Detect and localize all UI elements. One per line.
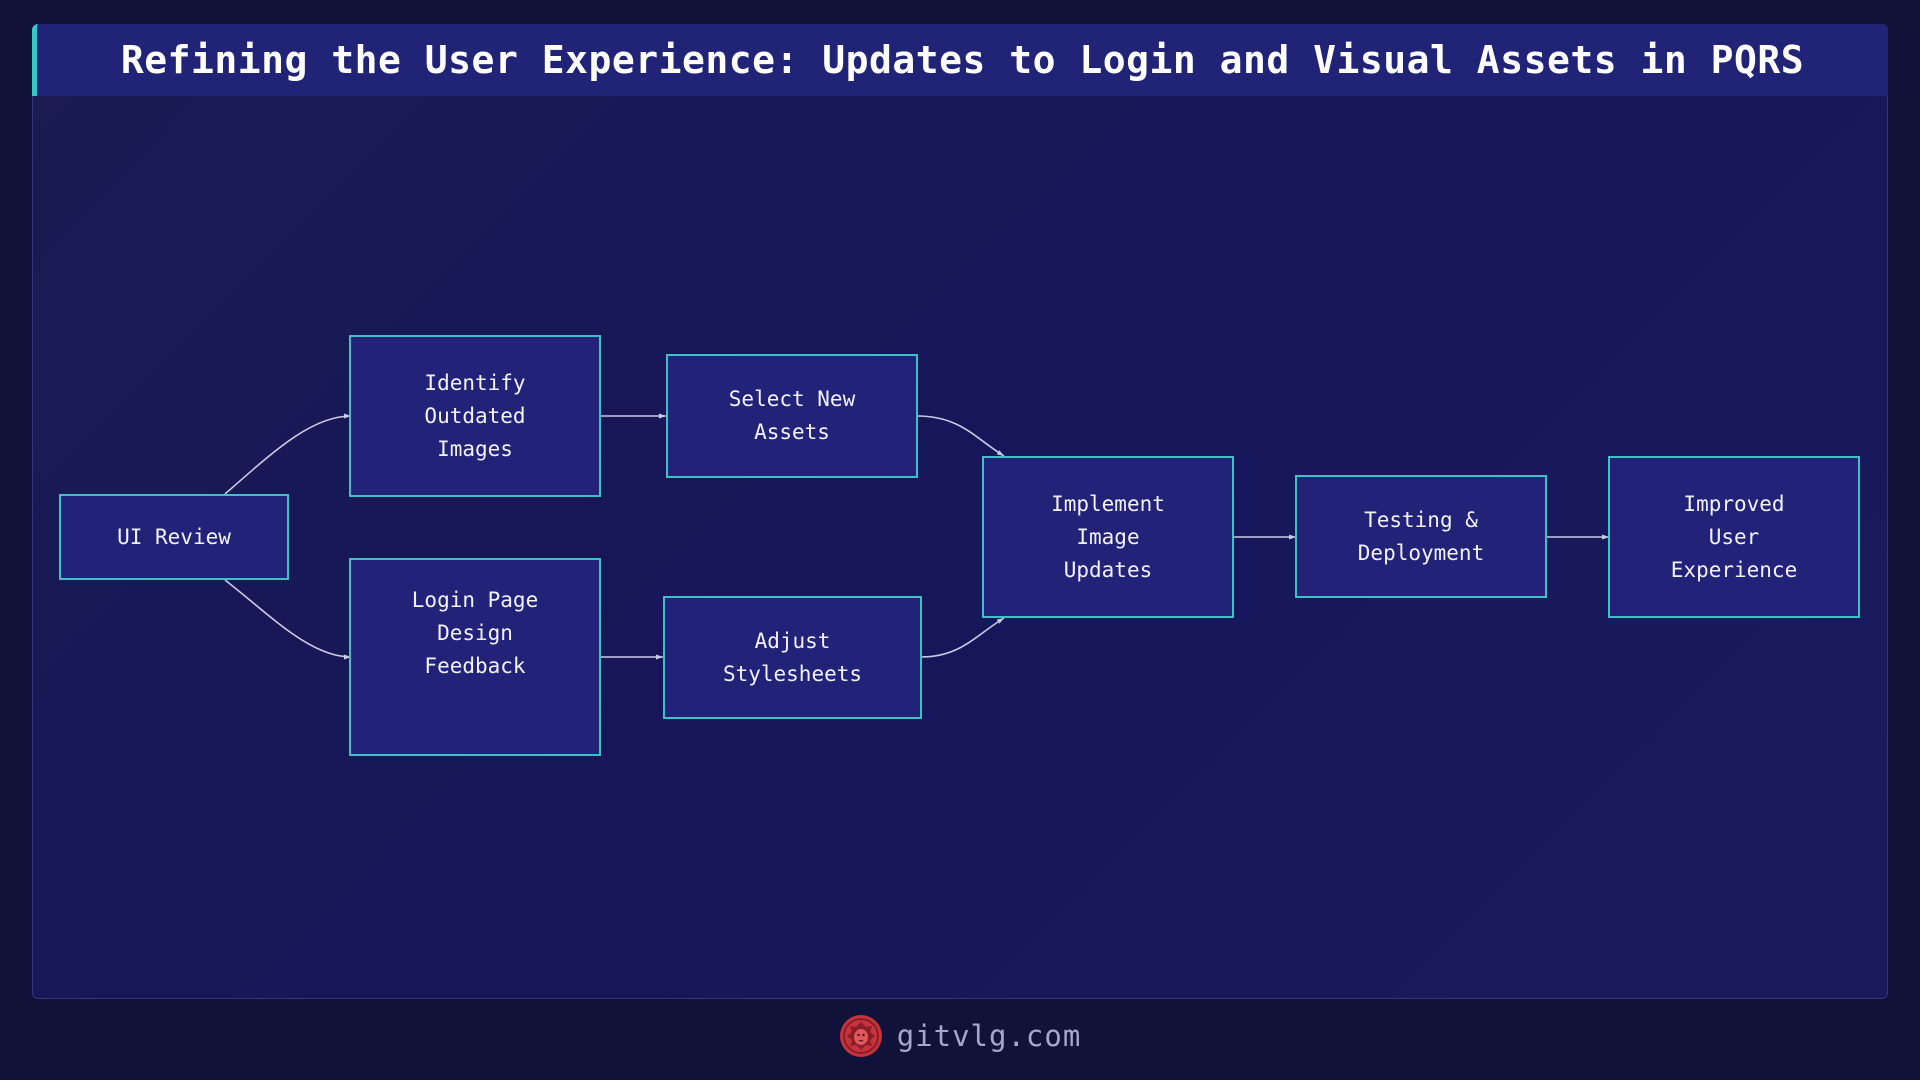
node-label: Implement Image Updates bbox=[1051, 491, 1165, 582]
node-label: Identify Outdated Images bbox=[424, 370, 526, 461]
node-label: Testing & Deployment bbox=[1357, 507, 1485, 565]
edge-select-to-implement bbox=[916, 415, 1005, 457]
node-improved-user-experience: Improved User Experience bbox=[1608, 456, 1860, 618]
node-label: UI Review bbox=[117, 524, 231, 549]
edge-adjust-to-implement bbox=[920, 617, 1005, 658]
node-label: Select New Assets bbox=[728, 387, 856, 444]
node-implement-image-updates: Implement Image Updates bbox=[982, 456, 1234, 618]
edge-ui-review-to-login bbox=[224, 579, 352, 660]
node-identify-outdated-images: Identify Outdated Images bbox=[349, 335, 601, 497]
node-login-page-design-feedback: Login Page Design Feedback bbox=[349, 558, 601, 756]
edge-ui-review-to-identify bbox=[224, 413, 352, 495]
node-select-new-assets: Select New Assets bbox=[666, 354, 918, 478]
node-label: Login Page Design Feedback bbox=[411, 588, 539, 678]
lion-head-icon bbox=[839, 1015, 882, 1057]
node-label: Improved User Experience bbox=[1670, 491, 1798, 582]
node-testing-deployment: Testing & Deployment bbox=[1295, 475, 1547, 598]
node-ui-review: UI Review bbox=[59, 494, 289, 580]
footer-site-link[interactable]: gitvlg.com bbox=[897, 1019, 1082, 1053]
footer: gitvlg.com bbox=[0, 1008, 1920, 1064]
node-label: Adjust Stylesheets bbox=[722, 628, 863, 686]
node-adjust-stylesheets: Adjust Stylesheets bbox=[663, 596, 922, 719]
